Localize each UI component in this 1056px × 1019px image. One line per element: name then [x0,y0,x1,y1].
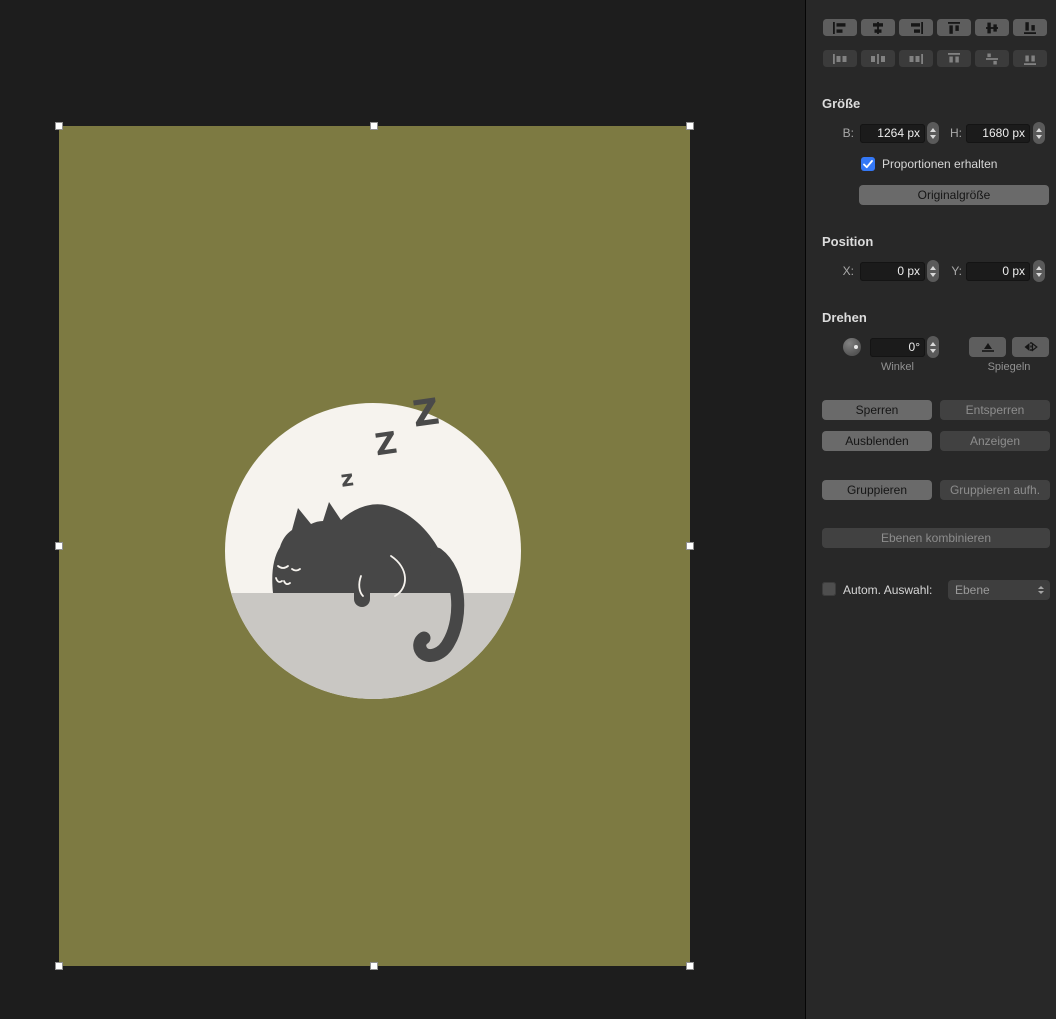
size-fields-row: B: 1264 px H: 1680 px [806,122,1056,146]
y-field[interactable]: 0 px [966,262,1030,281]
checkmark-icon [863,160,873,169]
height-stepper[interactable] [1033,122,1045,144]
distribute-bottom-button[interactable] [1013,50,1047,67]
distribute-center-horizontal-button[interactable] [861,50,895,67]
distribute-center-horizontal-icon [871,53,885,65]
selection-handle-top-center[interactable] [370,122,378,130]
constrain-proportions-row: Proportionen erhalten [861,157,997,171]
flip-vertical-icon [980,341,996,353]
width-field-label: B: [834,126,854,140]
original-size-button[interactable]: Originalgröße [859,185,1049,205]
rotate-row: 0° [806,336,1056,360]
show-button[interactable]: Anzeigen [940,431,1050,451]
align-left-icon [833,22,847,34]
hide-button[interactable]: Ausblenden [822,431,932,451]
unlock-button[interactable]: Entsperren [940,400,1050,420]
selection-handle-bottom-center[interactable] [370,962,378,970]
auto-select-row: Autom. Auswahl: Ebene [822,579,1050,601]
angle-knob-dot [854,345,858,349]
distribute-right-button[interactable] [899,50,933,67]
selection-handle-bottom-left[interactable] [55,962,63,970]
merge-layers-button[interactable]: Ebenen kombinieren [822,528,1050,548]
selection-handle-top-right[interactable] [686,122,694,130]
x-stepper[interactable] [927,260,939,282]
artwork-layer[interactable]: z Z Z [59,126,690,966]
align-center-horizontal-icon [871,22,885,34]
width-stepper[interactable] [927,122,939,144]
rotate-section-title: Drehen [822,310,867,325]
height-field[interactable]: 1680 px [966,124,1030,143]
distribute-top-button[interactable] [937,50,971,67]
align-center-horizontal-button[interactable] [861,19,895,36]
alignment-row-2 [823,50,1047,67]
ungroup-button[interactable]: Gruppieren aufh. [940,480,1050,500]
distribute-bottom-icon [1023,53,1037,65]
auto-select-dropdown-value: Ebene [955,583,990,597]
selection-handle-bottom-right[interactable] [686,962,694,970]
auto-select-checkbox[interactable] [822,582,836,596]
distribute-left-button[interactable] [823,50,857,67]
alignment-row-1 [823,19,1047,36]
y-stepper[interactable] [1033,260,1045,282]
x-field-label: X: [834,264,854,278]
constrain-proportions-label: Proportionen erhalten [882,157,997,171]
size-section-title: Größe [822,96,860,111]
dropdown-chevrons-icon [1034,582,1047,598]
y-field-label: Y: [942,264,962,278]
selection-handle-top-left[interactable] [55,122,63,130]
floor-shape [219,593,529,705]
distribute-top-icon [947,53,961,65]
position-fields-row: X: 0 px Y: 0 px [806,260,1056,284]
align-center-vertical-button[interactable] [975,19,1009,36]
distribute-left-icon [833,53,847,65]
inspector-panel: Größe B: 1264 px H: 1680 px Proportionen… [805,0,1056,1019]
align-right-button[interactable] [899,19,933,36]
align-left-button[interactable] [823,19,857,36]
angle-knob[interactable] [843,338,861,356]
zzz-large: Z [410,391,442,435]
width-field[interactable]: 1264 px [860,124,925,143]
distribute-center-vertical-button[interactable] [975,50,1009,67]
angle-caption: Winkel [870,361,925,373]
group-button[interactable]: Gruppieren [822,480,932,500]
position-section-title: Position [822,234,873,249]
distribute-right-icon [909,53,923,65]
align-right-icon [909,22,923,34]
distribute-center-vertical-icon [985,53,999,65]
align-top-button[interactable] [937,19,971,36]
flip-vertical-button[interactable] [969,337,1006,357]
selection-handle-middle-left[interactable] [55,542,63,550]
align-center-vertical-icon [985,22,999,34]
constrain-proportions-checkbox[interactable] [861,157,875,171]
align-top-icon [947,22,961,34]
auto-select-dropdown[interactable]: Ebene [948,580,1050,600]
align-bottom-button[interactable] [1013,19,1047,36]
angle-stepper[interactable] [927,336,939,358]
flip-caption: Spiegeln [969,361,1049,373]
lock-button[interactable]: Sperren [822,400,932,420]
height-field-label: H: [942,126,962,140]
auto-select-label: Autom. Auswahl: [843,583,932,597]
x-field[interactable]: 0 px [860,262,925,281]
selection-handle-middle-right[interactable] [686,542,694,550]
align-bottom-icon [1023,22,1037,34]
flip-horizontal-button[interactable] [1012,337,1049,357]
angle-field[interactable]: 0° [870,338,925,357]
canvas-area[interactable]: z Z Z [0,0,805,1019]
cat-illustration: z Z Z [59,126,690,966]
flip-horizontal-icon [1023,341,1039,353]
